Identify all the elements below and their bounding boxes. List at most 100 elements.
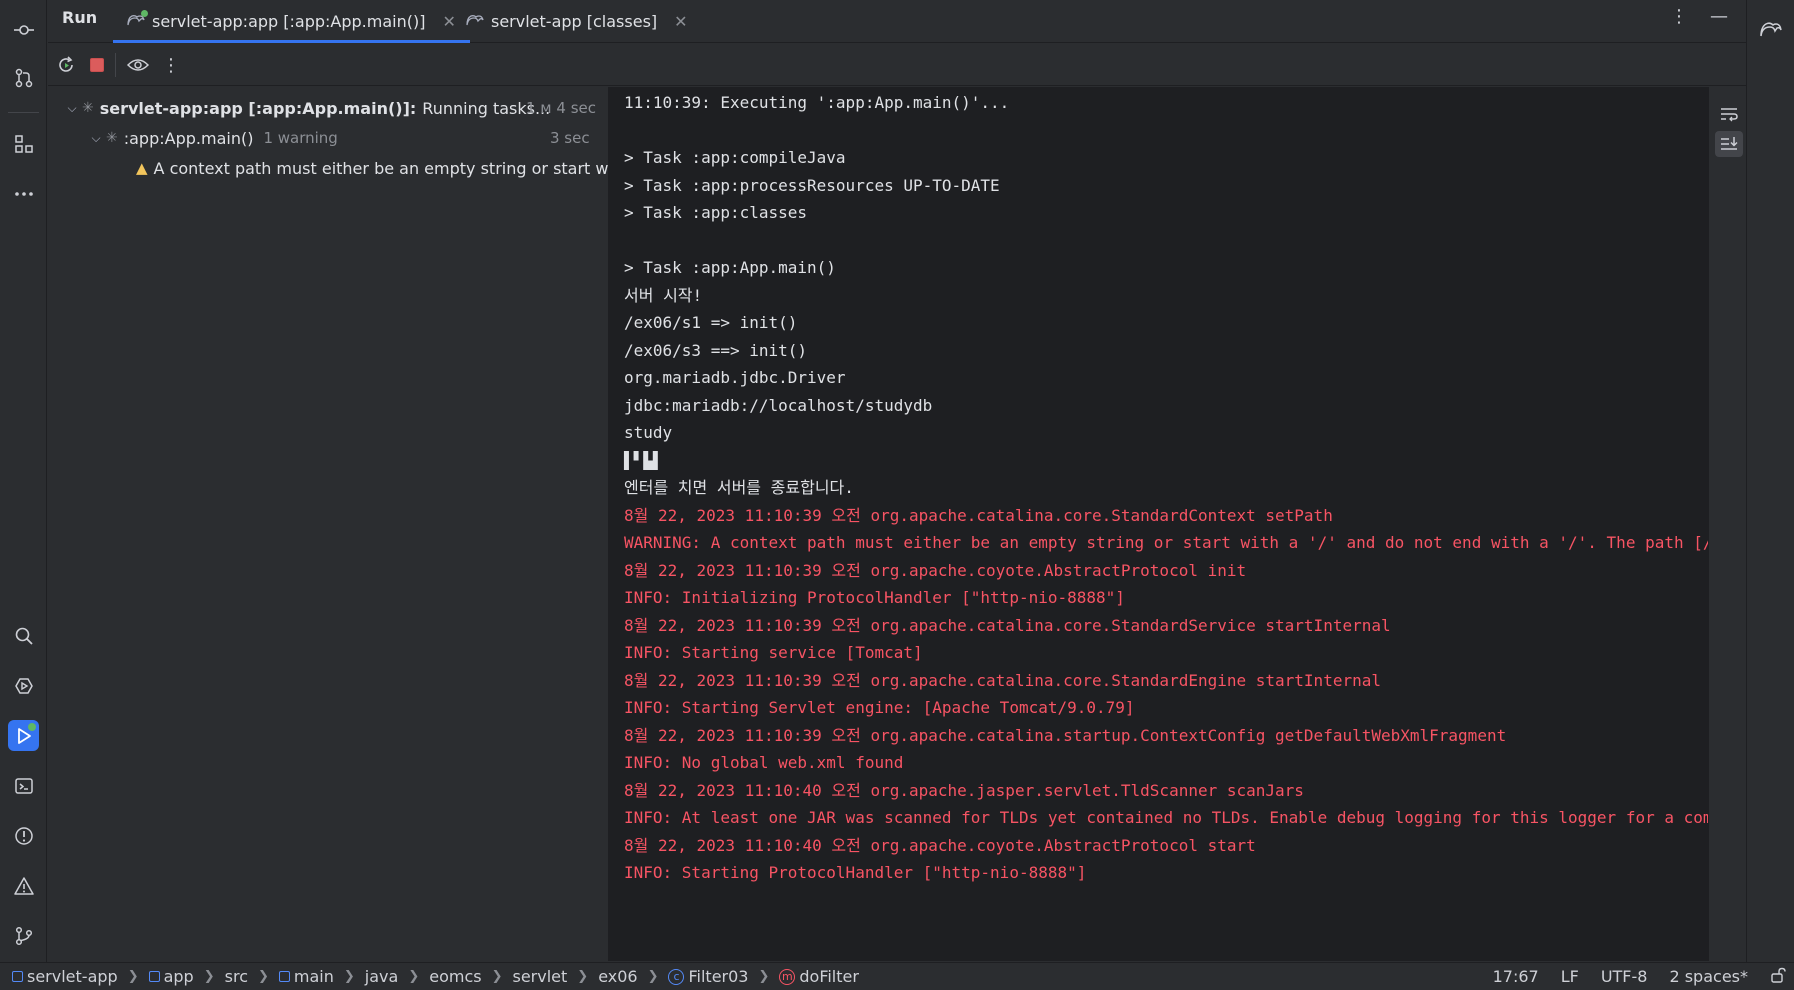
minimize-icon[interactable]: —: [1710, 6, 1728, 27]
run-icon[interactable]: [8, 720, 39, 751]
breadcrumb-label: main: [293, 967, 334, 986]
pull-requests-icon[interactable]: [8, 62, 39, 93]
breadcrumb-label: ex06: [598, 967, 638, 986]
breadcrumb-item[interactable]: c Filter03: [668, 967, 748, 986]
console-line: > Task :app:processResources UP-TO-DATE: [624, 175, 1000, 195]
file-encoding[interactable]: UTF-8: [1601, 967, 1648, 987]
breadcrumb-item[interactable]: m doFilter: [779, 967, 859, 986]
close-icon[interactable]: ✕: [674, 12, 687, 31]
soft-wrap-icon[interactable]: [1715, 101, 1743, 127]
breadcrumb-item[interactable]: src: [225, 967, 248, 986]
tab-label: servlet-app [classes]: [491, 12, 658, 31]
console-line: 8월 22, 2023 11:10:40 오전 org.apache.coyot…: [624, 835, 1256, 855]
breadcrumb-item[interactable]: servlet-app: [12, 967, 118, 986]
module-icon: [148, 971, 160, 982]
git-icon[interactable]: [8, 920, 39, 951]
more-tools-icon[interactable]: [8, 178, 39, 209]
spinner-icon: ✳: [106, 130, 118, 146]
commit-icon[interactable]: [8, 14, 39, 45]
gradle-icon[interactable]: [1756, 14, 1786, 44]
chevron-right-icon: ❯: [491, 969, 503, 984]
tab-servlet-app-classes[interactable]: servlet-app [classes] ✕: [452, 0, 702, 43]
class-icon: c: [668, 968, 685, 985]
breadcrumb-item[interactable]: java: [365, 967, 399, 986]
console-line: INFO: Starting ProtocolHandler ["http-ni…: [624, 863, 1087, 882]
tree-root-time: 1 м 4 sec: [526, 99, 596, 117]
console-lines: 11:10:39: Executing ':app:App.main()'...…: [624, 89, 1708, 887]
console-line: /ex06/s3 ==> init(): [624, 340, 808, 360]
tree-warning-row[interactable]: ▲ A context path must either be an empty…: [136, 154, 608, 182]
indent-setting[interactable]: 2 spaces*: [1669, 967, 1748, 987]
breadcrumb-item[interactable]: ex06: [598, 967, 637, 986]
stop-button[interactable]: [84, 52, 110, 78]
console-line: 8월 22, 2023 11:10:39 오전 org.apache.catal…: [624, 670, 1381, 690]
run-tabbar: Run servlet-app:app [:app:App.main()] ✕ …: [48, 0, 1746, 43]
chevron-right-icon: ❯: [257, 969, 269, 984]
line-ending[interactable]: LF: [1561, 967, 1579, 987]
strip-separator: [8, 112, 39, 113]
toolbar-separator: [115, 53, 116, 77]
chevron-right-icon: ❯: [343, 969, 355, 984]
console-line: > Task :app:classes: [624, 203, 808, 222]
tab-label: servlet-app:app [:app:App.main()]: [152, 12, 426, 31]
warning-icon[interactable]: [8, 870, 39, 901]
tree-root-row[interactable]: ⌵ ✳ servlet-app:app [:app:App.main()]: R…: [62, 94, 550, 122]
tree-task-time: 3 sec: [550, 129, 590, 147]
console-line: 8월 22, 2023 11:10:39 오전 org.apache.catal…: [624, 505, 1333, 525]
console-line: 8월 22, 2023 11:10:40 오전 org.apache.jaspe…: [624, 780, 1304, 800]
spinner-icon: ✳: [82, 100, 94, 116]
run-toolbar: ⋮: [48, 44, 1746, 86]
structure-icon[interactable]: [8, 128, 39, 159]
right-tool-strip: [1746, 0, 1794, 962]
tab-servlet-app-main[interactable]: servlet-app:app [:app:App.main()] ✕: [113, 0, 470, 43]
console-line: 8월 22, 2023 11:10:39 오전 org.apache.catal…: [624, 725, 1507, 745]
breadcrumb-label: servlet-app: [27, 967, 118, 986]
breadcrumb-label: eomcs: [429, 967, 482, 986]
services-icon[interactable]: [8, 670, 39, 701]
console-line: 8월 22, 2023 11:10:39 오전 org.apache.catal…: [624, 615, 1391, 635]
scroll-to-end-icon[interactable]: [1715, 131, 1743, 157]
cursor-position[interactable]: 17:67: [1493, 967, 1539, 987]
breadcrumb-item[interactable]: main: [278, 967, 334, 986]
console-line: study: [624, 423, 673, 442]
problems-icon[interactable]: [8, 820, 39, 851]
tabbar-actions: ⋮ —: [1670, 6, 1728, 27]
console-line: > Task :app:compileJava: [624, 148, 846, 167]
console-line: WARNING: A context path must either be a…: [624, 533, 1708, 552]
left-tool-strip: [0, 0, 47, 962]
method-icon: m: [779, 968, 796, 985]
breadcrumb-item[interactable]: app: [148, 967, 194, 986]
console-line: INFO: Initializing ProtocolHandler ["htt…: [624, 588, 1125, 607]
terminal-icon[interactable]: [8, 770, 39, 801]
chevron-down-icon[interactable]: ⌵: [86, 131, 106, 146]
more-options-icon[interactable]: ⋮: [1670, 6, 1688, 27]
chevron-right-icon: ❯: [577, 969, 589, 984]
breadcrumb-label: Filter03: [688, 967, 749, 986]
chevron-right-icon: ❯: [647, 969, 659, 984]
stop-icon: [90, 58, 104, 72]
console-line: 11:10:39: Executing ':app:App.main()'...: [624, 93, 1010, 112]
search-icon[interactable]: [8, 620, 39, 651]
run-panel-title: Run: [62, 8, 98, 27]
breadcrumb-item[interactable]: servlet: [512, 967, 567, 986]
status-right: 17:67 LF UTF-8 2 spaces*: [1493, 967, 1786, 987]
view-options-button[interactable]: [125, 52, 151, 78]
tree-task-status: 1 warning: [263, 129, 338, 147]
breadcrumb-item[interactable]: eomcs: [429, 967, 481, 986]
chevron-right-icon: ❯: [127, 969, 139, 984]
build-tree: ⌵ ✳ servlet-app:app [:app:App.main()]: R…: [48, 87, 608, 961]
tree-task-row[interactable]: ⌵ ✳ :app:App.main() 1 warning: [86, 124, 338, 152]
rerun-button[interactable]: [53, 52, 79, 78]
console-output[interactable]: 11:10:39: Executing ':app:App.main()'...…: [609, 87, 1708, 961]
chevron-down-icon[interactable]: ⌵: [62, 101, 82, 116]
lock-icon[interactable]: [1770, 967, 1786, 987]
warning-triangle-icon: ▲: [136, 159, 148, 177]
chevron-right-icon: ❯: [203, 969, 215, 984]
toolbar-more-icon[interactable]: ⋮: [158, 52, 184, 78]
gradle-icon: [127, 9, 148, 31]
console-line: 서버 시작!: [624, 285, 703, 305]
breadcrumb-label: doFilter: [799, 967, 859, 986]
module-icon: [278, 971, 290, 982]
console-line: INFO: No global web.xml found: [624, 753, 904, 772]
